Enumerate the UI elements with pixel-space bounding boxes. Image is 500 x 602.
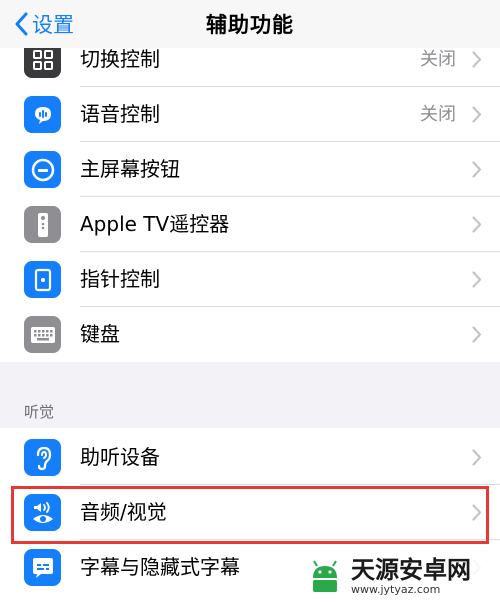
row-label: 助听设备: [80, 445, 160, 469]
back-button[interactable]: 设置: [14, 8, 74, 40]
watermark-title: 天源安卓网: [351, 555, 471, 584]
row-label: 键盘: [80, 322, 120, 346]
chevron-right-icon: [472, 106, 482, 123]
row-value: 关闭: [420, 104, 456, 125]
chevron-right-icon: [472, 504, 482, 521]
android-logo-icon: [313, 560, 337, 592]
watermark: 天源安卓网 www.jytyaz.com: [305, 552, 500, 600]
audio-visual-icon: [24, 494, 61, 531]
row-label: Apple TV遥控器: [80, 212, 230, 236]
row-audio-visual[interactable]: 音频/视觉: [0, 485, 500, 540]
chevron-right-icon: [472, 216, 482, 233]
row-label: 字幕与隐藏式字幕: [80, 555, 240, 579]
pointer-control-icon: [24, 261, 61, 298]
chevron-left-icon: [15, 12, 28, 36]
ear-icon: [24, 439, 61, 476]
chevron-right-icon: [472, 51, 482, 68]
tv-remote-icon: [24, 206, 61, 243]
row-label: 语音控制: [80, 102, 160, 126]
settings-group-interaction: 切换控制 关闭 语音控制 关闭 主屏幕按钮 Apple TV遥控器 指针控制 键…: [0, 32, 500, 362]
subtitles-icon: [24, 549, 61, 586]
row-voice-control[interactable]: 语音控制 关闭: [0, 87, 500, 142]
navigation-bar: 设置 辅助功能: [0, 0, 500, 48]
keyboard-icon: [24, 316, 61, 353]
chevron-right-icon: [472, 271, 482, 288]
row-label: 音频/视觉: [80, 500, 167, 524]
watermark-url: www.jytyaz.com: [351, 582, 441, 596]
row-apple-tv-remote[interactable]: Apple TV遥控器: [0, 197, 500, 252]
row-label: 主屏幕按钮: [80, 157, 180, 181]
chevron-right-icon: [472, 161, 482, 178]
page-title: 辅助功能: [206, 13, 294, 37]
row-pointer-control[interactable]: 指针控制: [0, 252, 500, 307]
voice-control-icon: [24, 96, 61, 133]
row-home-button[interactable]: 主屏幕按钮: [0, 142, 500, 197]
home-button-icon: [24, 151, 61, 188]
section-header-hearing: 听觉: [24, 403, 55, 421]
row-label: 指针控制: [80, 267, 160, 291]
row-hearing-devices[interactable]: 助听设备: [0, 430, 500, 485]
chevron-right-icon: [472, 326, 482, 343]
back-label[interactable]: 设置: [32, 9, 74, 39]
row-keyboard[interactable]: 键盘: [0, 307, 500, 362]
chevron-right-icon: [472, 449, 482, 466]
